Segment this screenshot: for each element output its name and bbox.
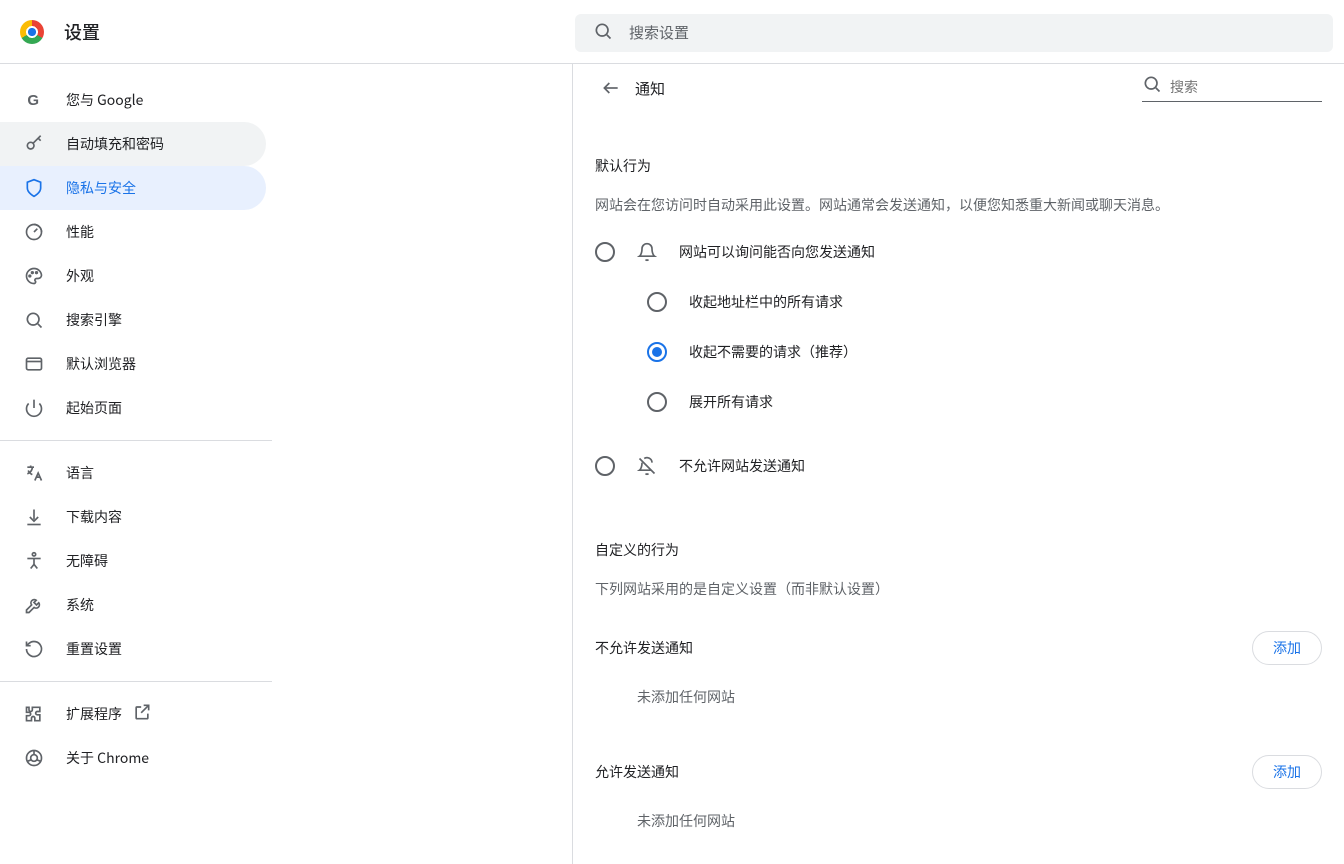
option-sites-can-ask[interactable]: 网站可以询问能否向您发送通知: [595, 230, 1322, 274]
puzzle-icon: [24, 704, 44, 724]
option-collapse-all[interactable]: 收起地址栏中的所有请求: [595, 280, 1322, 324]
sidebar-item-label: 无障碍: [66, 551, 108, 571]
sidebar-item-label: 外观: [66, 266, 94, 286]
option-label: 收起地址栏中的所有请求: [689, 292, 843, 312]
sidebar: G您与 Google自动填充和密码隐私与安全性能外观搜索引擎默认浏览器起始页面 …: [0, 64, 272, 864]
sidebar-item-privacy-security[interactable]: 隐私与安全: [0, 166, 266, 210]
option-collapse-unneeded[interactable]: 收起不需要的请求（推荐）: [595, 330, 1322, 374]
add-block-button[interactable]: 添加: [1252, 631, 1322, 665]
main-panel: 通知 默认行为 网站会在您访问时自动采用此设置。网站通常会发送通知，以便您知悉重…: [572, 64, 1344, 864]
add-allow-button[interactable]: 添加: [1252, 755, 1322, 789]
browser-icon: [24, 354, 44, 374]
block-list-empty: 未添加任何网站: [595, 687, 1322, 707]
sidebar-item-downloads[interactable]: 下载内容: [0, 495, 266, 539]
sidebar-item-label: 扩展程序: [66, 704, 122, 724]
search-icon: [593, 21, 613, 46]
chrome-outline-icon: [24, 748, 44, 768]
allow-list-title: 允许发送通知: [595, 762, 679, 782]
sidebar-item-label: 隐私与安全: [66, 178, 136, 198]
sidebar-item-autofill[interactable]: 自动填充和密码: [0, 122, 266, 166]
header: 设置: [0, 0, 1344, 64]
bell-icon: [637, 242, 657, 262]
download-icon: [24, 507, 44, 527]
allow-list-empty: 未添加任何网站: [595, 811, 1322, 831]
global-search[interactable]: [575, 14, 1333, 52]
option-label: 收起不需要的请求（推荐）: [689, 342, 857, 362]
sidebar-item-languages[interactable]: 语言: [0, 451, 266, 495]
search-icon: [1142, 74, 1162, 99]
sidebar-item-label: 重置设置: [66, 639, 122, 659]
custom-behavior-desc: 下列网站采用的是自定义设置（而非默认设置）: [595, 578, 1322, 600]
sidebar-separator: [0, 681, 272, 682]
option-label: 展开所有请求: [689, 392, 773, 412]
sidebar-item-label: 默认浏览器: [66, 354, 136, 374]
custom-behavior-title: 自定义的行为: [595, 540, 1322, 560]
sidebar-item-label: 起始页面: [66, 398, 122, 418]
option-block-all[interactable]: 不允许网站发送通知: [595, 444, 1322, 488]
bell-off-icon: [637, 456, 657, 476]
default-behavior-desc: 网站会在您访问时自动采用此设置。网站通常会发送通知，以便您知悉重大新闻或聊天消息…: [595, 194, 1322, 216]
radio-icon[interactable]: [647, 392, 667, 412]
option-label: 不允许网站发送通知: [679, 456, 805, 476]
sidebar-item-label: 下载内容: [66, 507, 122, 527]
sidebar-item-about[interactable]: 关于 Chrome: [0, 736, 266, 780]
sidebar-item-label: 关于 Chrome: [66, 748, 149, 768]
G-icon: G: [24, 90, 44, 110]
option-expand-all[interactable]: 展开所有请求: [595, 380, 1322, 424]
block-list-header: 不允许发送通知 添加: [595, 631, 1322, 665]
subheader: 通知: [573, 64, 1344, 112]
option-label: 网站可以询问能否向您发送通知: [679, 242, 875, 262]
restore-icon: [24, 639, 44, 659]
radio-icon[interactable]: [647, 292, 667, 312]
sidebar-item-label: 搜索引擎: [66, 310, 122, 330]
sidebar-separator: [0, 440, 272, 441]
sidebar-item-on-startup[interactable]: 起始页面: [0, 386, 266, 430]
power-icon: [24, 398, 44, 418]
sidebar-item-you-and-google[interactable]: G 您与 Google: [0, 78, 266, 122]
sidebar-item-appearance[interactable]: 外观: [0, 254, 266, 298]
global-search-input[interactable]: [627, 24, 1315, 43]
allow-list-header: 允许发送通知 添加: [595, 755, 1322, 789]
radio-icon[interactable]: [595, 456, 615, 476]
sidebar-item-performance[interactable]: 性能: [0, 210, 266, 254]
sidebar-item-reset[interactable]: 重置设置: [0, 627, 266, 671]
radio-icon[interactable]: [595, 242, 615, 262]
back-button[interactable]: [595, 72, 627, 104]
sidebar-item-label: 自动填充和密码: [66, 134, 164, 154]
page-search-input[interactable]: [1168, 78, 1344, 96]
sidebar-item-accessibility[interactable]: 无障碍: [0, 539, 266, 583]
palette-icon: [24, 266, 44, 286]
page-search[interactable]: [1142, 74, 1322, 102]
external-link-icon: [132, 702, 152, 727]
svg-text:G: G: [27, 92, 39, 109]
sidebar-item-label: 性能: [66, 222, 94, 242]
app-title: 设置: [64, 19, 100, 45]
sidebar-item-label: 系统: [66, 595, 94, 615]
speedometer-icon: [24, 222, 44, 242]
block-list-title: 不允许发送通知: [595, 638, 693, 658]
translate-icon: [24, 463, 44, 483]
radio-icon[interactable]: [647, 342, 667, 362]
shield-icon: [24, 178, 44, 198]
sidebar-item-system[interactable]: 系统: [0, 583, 266, 627]
key-icon: [24, 134, 44, 154]
sidebar-item-search-engine[interactable]: 搜索引擎: [0, 298, 266, 342]
wrench-icon: [24, 595, 44, 615]
sidebar-item-label: 语言: [66, 463, 94, 483]
default-behavior-title: 默认行为: [595, 156, 1322, 176]
sidebar-item-label: 您与 Google: [66, 90, 143, 110]
sidebar-item-default-browser[interactable]: 默认浏览器: [0, 342, 266, 386]
search-icon: [24, 310, 44, 330]
page-title: 通知: [635, 78, 665, 99]
chrome-logo-icon: [20, 20, 44, 44]
accessibility-icon: [24, 551, 44, 571]
sidebar-item-extensions[interactable]: 扩展程序: [0, 692, 266, 736]
